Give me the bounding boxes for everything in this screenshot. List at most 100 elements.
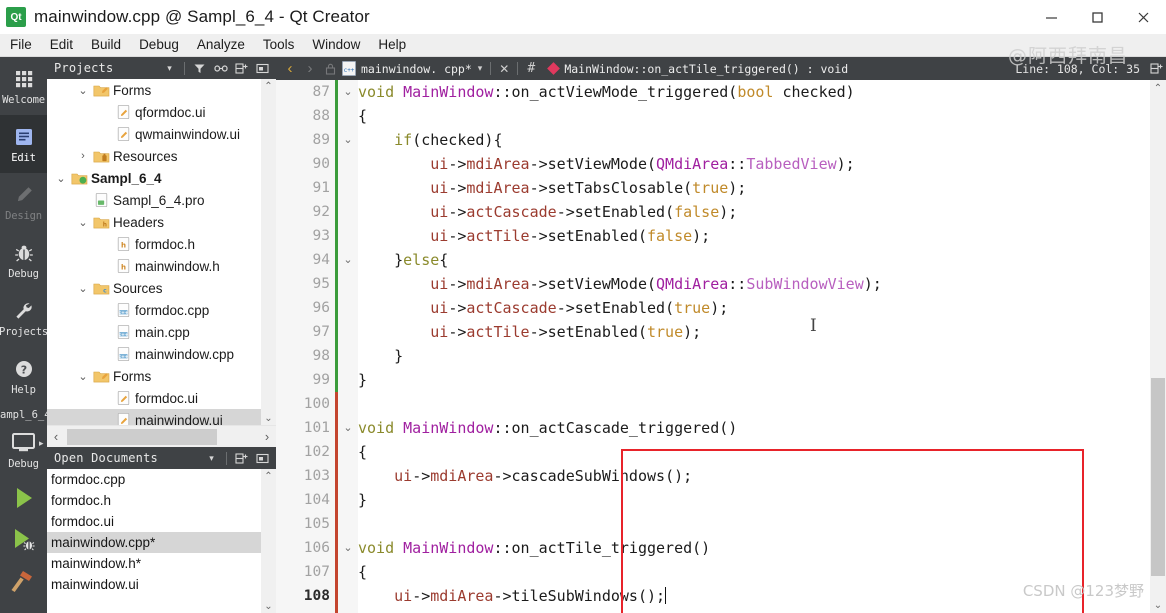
editor-file-selector[interactable]: mainwindow. cpp* <box>342 61 472 76</box>
code-line[interactable]: ui->actTile->setEnabled(true); <box>358 320 1148 344</box>
tree-item[interactable]: c++ main.cpp <box>47 321 276 343</box>
close-split-icon[interactable] <box>253 59 272 77</box>
code-line[interactable]: ui->mdiArea->setViewMode(QMdiArea::Tabbe… <box>358 152 1148 176</box>
code-line[interactable]: } <box>358 344 1148 368</box>
filter-icon[interactable] <box>190 59 209 77</box>
split-icon[interactable] <box>232 59 251 77</box>
code-line[interactable]: } <box>358 608 1148 613</box>
mode-help[interactable]: ? Help <box>0 347 47 405</box>
tree-item[interactable]: ⌄ h Headers <box>47 211 276 233</box>
scroll-left-arrow[interactable]: ‹ <box>47 429 65 444</box>
chevron-down-icon[interactable]: ▾ <box>202 449 221 467</box>
open-documents-scrollbar[interactable]: ⌃ ⌄ <box>261 469 276 613</box>
chevron-down-icon[interactable]: ▾ <box>160 59 179 77</box>
editor-scroll-thumb[interactable] <box>1151 378 1165 576</box>
tree-item[interactable]: h mainwindow.h <box>47 255 276 277</box>
mode-debug[interactable]: Debug <box>0 231 47 289</box>
maximize-button[interactable] <box>1074 0 1120 34</box>
debug-button[interactable] <box>0 521 47 563</box>
symbol-selector[interactable]: MainWindow::on_actTile_triggered() : voi… <box>547 62 848 76</box>
fold-column[interactable]: ⌄ ⌄ ⌄ ⌄ ⌄ <box>338 80 358 613</box>
scroll-down-arrow[interactable]: ⌄ <box>264 411 272 425</box>
project-tree[interactable]: ⌄ Forms qformdoc.ui qwmainwindow.ui › Resourc… <box>47 79 276 425</box>
code-text[interactable]: void MainWindow::on_actViewMode_triggere… <box>358 80 1148 613</box>
kit-expand-arrow[interactable]: ▸ <box>39 438 44 449</box>
chevron-down-icon[interactable]: ⌄ <box>75 370 91 383</box>
mode-welcome[interactable]: Welcome <box>0 57 47 115</box>
tree-item[interactable]: qwmainwindow.ui <box>47 123 276 145</box>
project-tree-vscrollbar[interactable]: ⌃ ⌄ <box>261 79 276 425</box>
code-line[interactable]: ui->mdiArea->setTabsClosable(true); <box>358 176 1148 200</box>
menu-item-help[interactable]: Help <box>369 35 415 55</box>
run-button[interactable] <box>0 479 47 521</box>
code-line[interactable]: }else{ <box>358 248 1148 272</box>
code-line[interactable]: ui->actTile->setEnabled(false); <box>358 224 1148 248</box>
code-line[interactable]: { <box>358 104 1148 128</box>
menu-item-edit[interactable]: Edit <box>41 35 82 55</box>
kit-selector-button[interactable]: ▸ Debug <box>0 421 47 479</box>
code-area[interactable]: 87 88 89 90 91 92 93 94 95 96 97 98 99 100 101 102 103 10… <box>276 80 1166 613</box>
close-split-icon[interactable] <box>253 449 272 467</box>
fold-toggle-icon[interactable]: ⌄ <box>338 128 358 152</box>
code-line[interactable]: void MainWindow::on_actTile_triggered() <box>358 536 1148 560</box>
tree-item[interactable]: Sampl_6_4.pro <box>47 189 276 211</box>
tree-item[interactable]: ⌄ Sampl_6_4 <box>47 167 276 189</box>
close-document-button[interactable]: ✕ <box>494 59 514 79</box>
open-document-item[interactable]: formdoc.ui <box>47 511 276 532</box>
tree-item[interactable]: ⌄ c Sources <box>47 277 276 299</box>
tree-item[interactable]: formdoc.ui <box>47 387 276 409</box>
build-button[interactable] <box>0 563 47 605</box>
open-document-item[interactable]: mainwindow.ui <box>47 574 276 595</box>
sync-link-icon[interactable] <box>211 59 230 77</box>
minimize-button[interactable] <box>1028 0 1074 34</box>
code-line[interactable]: if(checked){ <box>358 128 1148 152</box>
code-line[interactable]: ui->actCascade->setEnabled(true); <box>358 296 1148 320</box>
code-line[interactable]: ui->actCascade->setEnabled(false); <box>358 200 1148 224</box>
project-tree-hscrollbar[interactable]: ‹ › <box>47 425 276 448</box>
menu-item-debug[interactable]: Debug <box>130 35 188 55</box>
menu-item-file[interactable]: File <box>1 35 41 55</box>
chevron-down-icon[interactable]: ⌄ <box>75 282 91 295</box>
mode-projects[interactable]: Projects <box>0 289 48 347</box>
tree-item[interactable]: ⌄ Forms <box>47 365 276 387</box>
menu-item-tools[interactable]: Tools <box>254 35 304 55</box>
scroll-up-arrow[interactable]: ⌃ <box>1154 80 1162 96</box>
mode-design[interactable]: Design <box>0 173 47 231</box>
close-button[interactable] <box>1120 0 1166 34</box>
open-document-item[interactable]: mainwindow.h* <box>47 553 276 574</box>
tree-item[interactable]: h formdoc.h <box>47 233 276 255</box>
code-line[interactable]: } <box>358 488 1148 512</box>
tree-item[interactable]: qformdoc.ui <box>47 101 276 123</box>
code-line[interactable] <box>358 512 1148 536</box>
fold-toggle-icon[interactable]: ⌄ <box>338 80 358 104</box>
navigate-forward-icon[interactable]: › <box>300 59 320 79</box>
code-line[interactable]: { <box>358 440 1148 464</box>
chevron-right-icon[interactable]: › <box>75 150 91 162</box>
fold-toggle-icon[interactable]: ⌄ <box>338 416 358 440</box>
split-icon[interactable] <box>232 449 251 467</box>
fold-toggle-icon[interactable]: ⌄ <box>338 248 358 272</box>
split-icon[interactable] <box>1146 59 1166 79</box>
hscroll-thumb[interactable] <box>67 428 217 445</box>
menu-item-analyze[interactable]: Analyze <box>188 35 254 55</box>
code-line[interactable] <box>358 392 1148 416</box>
chevron-down-icon[interactable]: ⌄ <box>75 84 91 97</box>
lock-icon[interactable] <box>320 59 340 79</box>
navigate-back-icon[interactable]: ‹ <box>280 59 300 79</box>
open-document-item[interactable]: formdoc.cpp <box>47 469 276 490</box>
tree-item[interactable]: c++ formdoc.cpp <box>47 299 276 321</box>
hscroll-track[interactable] <box>65 425 258 448</box>
menu-item-window[interactable]: Window <box>303 35 369 55</box>
scroll-right-arrow[interactable]: › <box>258 429 276 444</box>
scroll-down-arrow[interactable]: ⌄ <box>1154 597 1162 613</box>
open-document-item[interactable]: mainwindow.cpp* <box>47 532 276 553</box>
tree-item[interactable]: › Resources <box>47 145 276 167</box>
scroll-down-arrow[interactable]: ⌄ <box>264 599 272 613</box>
code-line[interactable]: void MainWindow::on_actViewMode_triggere… <box>358 80 1148 104</box>
scroll-up-arrow[interactable]: ⌃ <box>264 469 272 483</box>
chevron-down-icon[interactable]: ⌄ <box>75 216 91 229</box>
chevron-down-icon[interactable]: ⌄ <box>53 172 69 185</box>
open-document-item[interactable]: formdoc.h <box>47 490 276 511</box>
open-documents-list[interactable]: formdoc.cpp formdoc.h formdoc.ui mainwindow… <box>47 469 276 613</box>
code-line[interactable]: ui->mdiArea->cascadeSubWindows(); <box>358 464 1148 488</box>
